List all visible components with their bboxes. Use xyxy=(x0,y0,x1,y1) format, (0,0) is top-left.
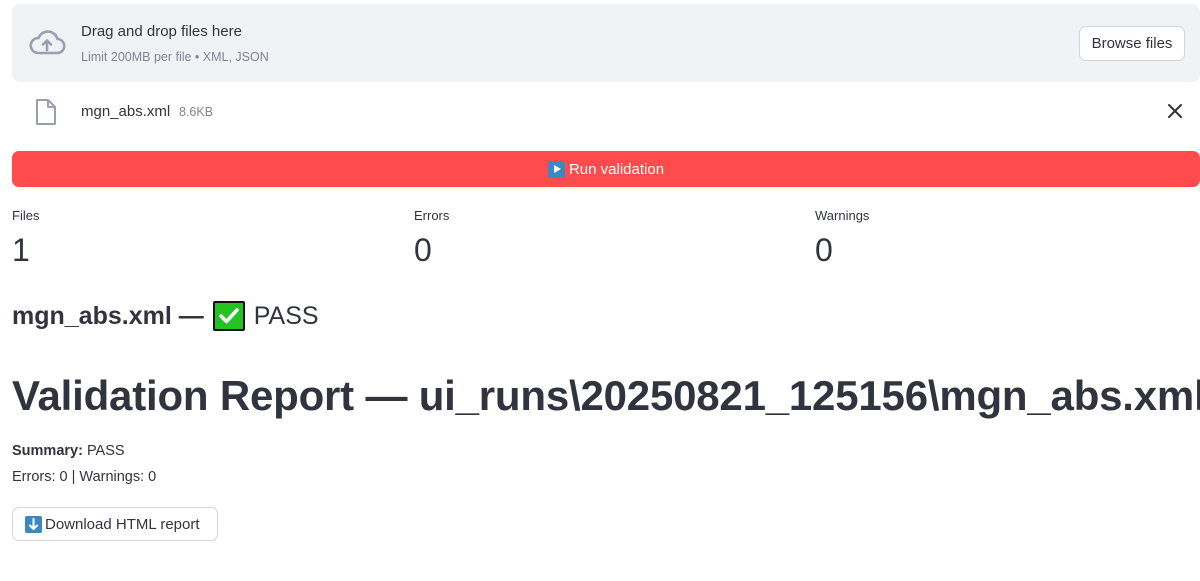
download-report-label: Download HTML report xyxy=(45,515,200,533)
uploaded-file-row: mgn_abs.xml 8.6KB xyxy=(12,96,1200,130)
run-validation-label: Run validation xyxy=(568,160,665,178)
metric-files-label: Files xyxy=(12,208,40,223)
report-title: Validation Report — ui_runs\20250821_125… xyxy=(12,372,1200,419)
play-icon xyxy=(547,160,565,178)
summary-line: Summary: PASS xyxy=(12,443,125,459)
result-filename: mgn_abs.xml — xyxy=(12,301,204,330)
cloud-upload-icon xyxy=(29,30,66,55)
metric-errors-label: Errors xyxy=(414,208,450,223)
file-icon xyxy=(36,99,56,125)
result-status: PASS xyxy=(253,301,319,330)
dropzone-limit-text: Limit 200MB per file • XML, JSON xyxy=(81,50,269,64)
download-icon xyxy=(25,515,42,533)
close-icon[interactable] xyxy=(1165,100,1185,122)
metric-files-value: 1 xyxy=(12,232,30,268)
file-dropzone[interactable]: Drag and drop files here Limit 200MB per… xyxy=(12,4,1200,82)
browse-files-button[interactable]: Browse files xyxy=(1079,26,1185,61)
check-icon xyxy=(212,301,245,331)
summary-label: Summary: xyxy=(12,443,83,459)
summary-value: PASS xyxy=(86,443,125,459)
counts-line: Errors: 0 | Warnings: 0 xyxy=(12,469,157,485)
app-page: Drag and drop files here Limit 200MB per… xyxy=(0,0,1200,581)
uploaded-file-name: mgn_abs.xml xyxy=(81,103,171,120)
metric-warnings-label: Warnings xyxy=(815,208,870,223)
result-heading: mgn_abs.xml — PASS xyxy=(12,301,319,331)
metric-warnings: Warnings 0 xyxy=(815,208,1195,266)
metric-errors: Errors 0 xyxy=(414,208,794,266)
metric-files: Files 1 xyxy=(12,208,392,266)
dropzone-title: Drag and drop files here xyxy=(81,23,242,40)
uploaded-file-size: 8.6KB xyxy=(179,105,214,119)
metric-errors-value: 0 xyxy=(414,232,432,268)
metric-warnings-value: 0 xyxy=(815,232,833,268)
download-report-button[interactable]: Download HTML report xyxy=(12,507,218,541)
run-validation-button[interactable]: Run validation xyxy=(12,151,1200,187)
